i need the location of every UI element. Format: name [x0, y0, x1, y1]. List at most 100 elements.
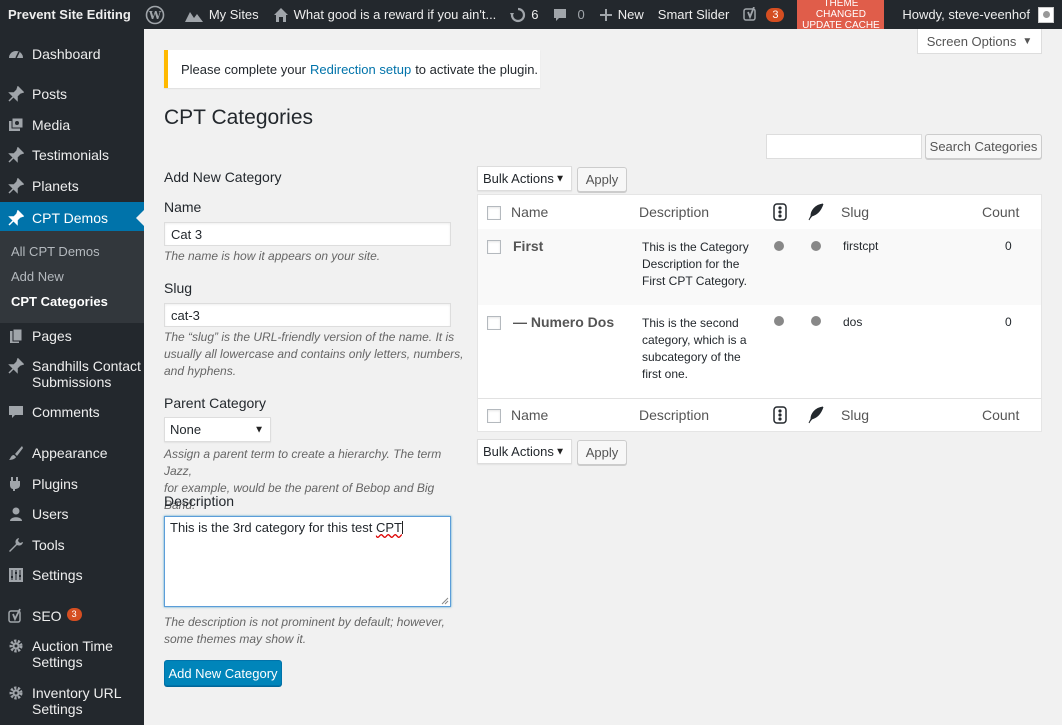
updates-icon	[510, 7, 526, 22]
sidebar-item-pages[interactable]: Pages	[0, 328, 144, 344]
sidebar-item-comments[interactable]: Comments	[0, 404, 144, 420]
table-row: — Numero Dos This is the second category…	[478, 305, 1041, 398]
column-footer-slug[interactable]: Slug	[841, 407, 869, 423]
readability-feather-icon	[808, 203, 824, 221]
slug-desc-line: and hyphens.	[164, 364, 237, 378]
sidebar-item-label: Pages	[32, 328, 72, 344]
sidebar-item-planets[interactable]: Planets	[0, 178, 144, 194]
search-categories-input[interactable]	[766, 134, 922, 159]
sidebar-item-dashboard[interactable]: Dashboard	[0, 46, 144, 62]
settings-sliders-icon	[8, 567, 24, 583]
name-input[interactable]: Cat 3	[164, 222, 451, 246]
redirection-notice: Please complete your Redirection setup t…	[164, 50, 540, 88]
categories-table: Name Description Slug Count First This i…	[477, 194, 1042, 432]
sidebar-item-settings[interactable]: Settings	[0, 567, 144, 583]
sidebar-item-posts[interactable]: Posts	[0, 86, 144, 102]
notice-text-after: to activate the plugin.	[415, 61, 539, 77]
bulk-actions-select-bottom[interactable]: Bulk Actions ▼	[477, 439, 572, 464]
screen-options-button[interactable]: Screen Options ▼	[917, 29, 1042, 54]
pin-icon	[8, 178, 24, 194]
parent-category-label: Parent Category	[164, 395, 266, 411]
plugin-icon	[8, 476, 24, 492]
row-checkbox[interactable]	[487, 240, 501, 254]
submenu-cpt-categories[interactable]: CPT Categories	[11, 294, 108, 309]
site-title-label: What good is a reward if you ain't...	[293, 7, 497, 22]
apply-button-bottom[interactable]: Apply	[577, 440, 627, 465]
account-menu[interactable]: Howdy, steve-veenhof	[902, 6, 1062, 23]
sidebar-item-label: Dashboard	[32, 46, 101, 62]
row-name-link[interactable]: First	[513, 238, 543, 254]
sidebar-item-label: SEO	[32, 608, 62, 624]
site-home-menu[interactable]: What good is a reward if you ain't...	[266, 0, 504, 29]
sidebar-item-seo[interactable]: SEO 3	[0, 608, 144, 624]
row-desc-line: This is the Category	[642, 240, 749, 254]
add-new-category-heading: Add New Category	[164, 169, 282, 185]
media-icon	[8, 117, 24, 133]
comments-count: 0	[577, 7, 585, 22]
sidebar-item-testimonials[interactable]: Testimonials	[0, 147, 144, 163]
yoast-icon	[8, 608, 24, 624]
add-new-category-button[interactable]: Add New Category	[164, 660, 282, 686]
footer-divider	[478, 398, 1041, 399]
column-header-description[interactable]: Description	[639, 204, 709, 220]
sidebar-item-inventory-url-settings[interactable]: Inventory URL Settings	[0, 685, 144, 717]
redirection-setup-link[interactable]: Redirection setup	[310, 62, 411, 77]
new-content-menu[interactable]: New	[592, 0, 651, 29]
row-count-link[interactable]: 0	[1005, 315, 1012, 329]
gear-icon	[8, 685, 24, 701]
description-label: Description	[164, 493, 235, 509]
slug-input[interactable]: cat-3	[164, 303, 451, 327]
sidebar-item-sandhills[interactable]: Sandhills Contact Submissions	[0, 358, 144, 390]
site-name-link[interactable]: Prevent Site Editing	[0, 0, 138, 29]
sidebar-item-tools[interactable]: Tools	[0, 537, 144, 553]
row-desc-line: This is the second	[642, 316, 739, 330]
pin-icon	[8, 147, 24, 163]
submenu-add-new[interactable]: Add New	[11, 269, 64, 284]
select-all-checkbox[interactable]	[487, 206, 501, 220]
sidebar-item-label: Plugins	[32, 476, 78, 492]
yoast-menu[interactable]: 3	[736, 0, 791, 29]
sidebar-item-media[interactable]: Media	[0, 117, 144, 133]
yoast-icon	[743, 6, 757, 21]
home-icon	[273, 7, 288, 22]
wp-logo-menu[interactable]: W	[138, 0, 177, 29]
row-slug: dos	[843, 315, 863, 329]
bulk-actions-select-top[interactable]: Bulk Actions ▼	[477, 166, 572, 191]
parent-category-select[interactable]: None ▼	[164, 417, 271, 442]
row-count-link[interactable]: 0	[1005, 239, 1012, 253]
sidebar-item-plugins[interactable]: Plugins	[0, 476, 144, 492]
column-header-count[interactable]: Count	[982, 204, 1019, 220]
apply-button-top[interactable]: Apply	[577, 167, 627, 192]
updates-menu[interactable]: 6	[503, 0, 545, 29]
column-footer-description[interactable]: Description	[639, 407, 709, 423]
column-footer-name[interactable]: Name	[511, 407, 548, 423]
sidebar-item-label: Comments	[32, 404, 100, 420]
my-sites-menu[interactable]: My Sites	[177, 0, 266, 29]
slug-desc-line: The “slug” is the URL-friendly version o…	[164, 330, 455, 344]
smart-slider-menu[interactable]: Smart Slider	[651, 0, 737, 29]
sidebar-item-cpt-demos[interactable]: CPT Demos	[0, 202, 144, 233]
description-help-line: The description is not prominent by defa…	[164, 615, 445, 629]
parent-desc-line: Assign a parent term to create a hierarc…	[164, 447, 442, 478]
description-textarea[interactable]: This is the 3rd category for this test C…	[164, 516, 451, 607]
sidebar-item-auction-time-settings[interactable]: Auction Time Settings	[0, 638, 144, 670]
column-header-slug[interactable]: Slug	[841, 204, 869, 220]
my-sites-label: My Sites	[208, 7, 259, 22]
sidebar-item-label: Auction Time Settings	[32, 638, 113, 670]
row-slug: firstcpt	[843, 239, 879, 253]
theme-cache-line2: UPDATE CACHE	[802, 20, 880, 31]
sidebar-item-appearance[interactable]: Appearance	[0, 445, 144, 461]
sidebar-item-users[interactable]: Users	[0, 506, 144, 522]
inventory-line-1: Inventory URL	[32, 685, 122, 701]
select-all-checkbox-footer[interactable]	[487, 409, 501, 423]
submenu-all-cpt-demos[interactable]: All CPT Demos	[11, 244, 100, 259]
column-header-name[interactable]: Name	[511, 204, 548, 220]
column-footer-count[interactable]: Count	[982, 407, 1019, 423]
comments-menu[interactable]: 0	[546, 0, 592, 29]
row-name-link[interactable]: — Numero Dos	[513, 314, 614, 330]
resize-grip-icon[interactable]	[441, 597, 449, 605]
search-categories-button[interactable]: Search Categories	[925, 134, 1042, 159]
row-checkbox[interactable]	[487, 316, 501, 330]
theme-changed-update-cache-button[interactable]: THEME CHANGED UPDATE CACHE	[797, 0, 885, 31]
row-desc-line: subcategory of the	[642, 350, 741, 364]
